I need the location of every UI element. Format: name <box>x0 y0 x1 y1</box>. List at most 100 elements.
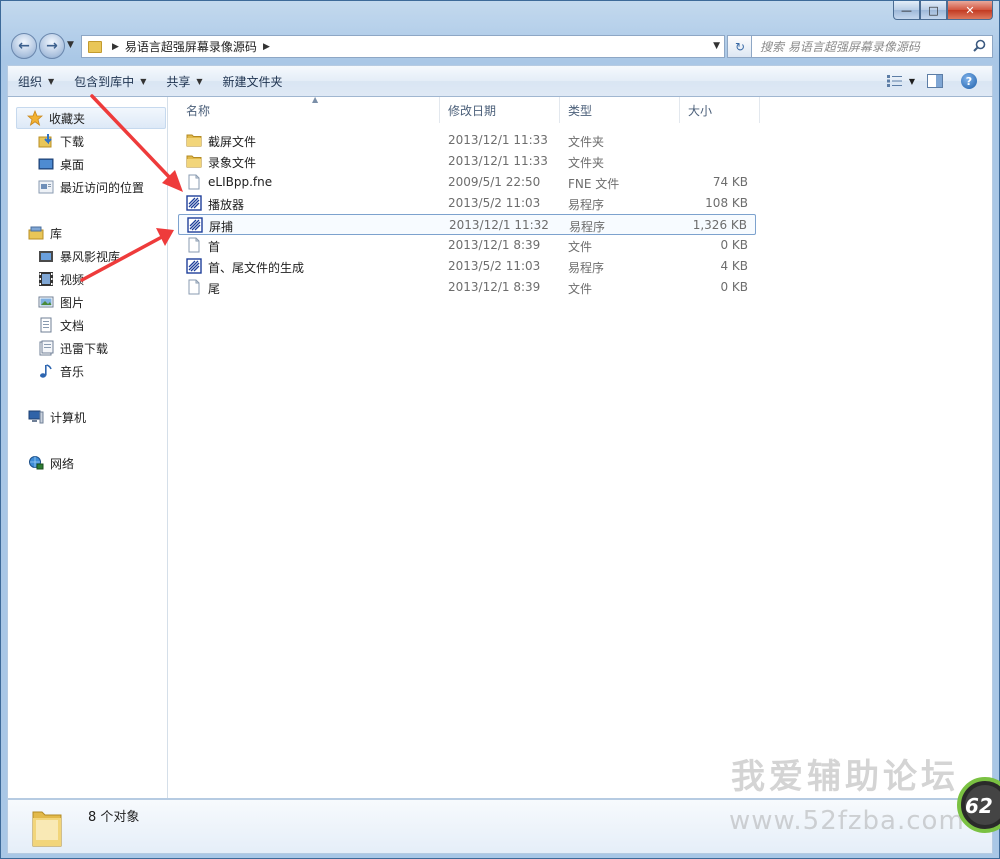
breadcrumb-chevron-icon[interactable]: ▶ <box>263 42 270 52</box>
command-bar: 组织 ▼ 包含到库中 ▼ 共享 ▼ 新建文件夹 ▼ ? <box>7 65 993 97</box>
nav-recent-places-label: 最近访问的位置 <box>60 180 145 195</box>
nav-library-item[interactable]: 暴风影视库 <box>38 245 120 267</box>
file-row[interactable]: 播放器 2013/5/2 11:03 易程序 108 KB <box>178 193 756 214</box>
nav-pictures[interactable]: 图片 <box>38 291 84 313</box>
file-date: 2009/5/1 22:50 <box>448 175 541 189</box>
nav-computer[interactable]: 计算机 <box>28 406 86 428</box>
nav-music[interactable]: 音乐 <box>38 360 84 382</box>
nav-favorites[interactable]: 收藏夹 <box>16 107 166 129</box>
file-row[interactable]: 首、尾文件的生成 2013/5/2 11:03 易程序 4 KB <box>178 256 756 277</box>
nav-desktop[interactable]: 桌面 <box>38 153 84 175</box>
refresh-button[interactable]: ↻ <box>727 35 753 58</box>
chevron-down-icon: ▼ <box>908 76 916 86</box>
maximize-button[interactable]: □ <box>920 1 947 20</box>
file-row[interactable]: 屏捕 2013/12/1 11:32 易程序 1,326 KB <box>178 214 756 235</box>
search-input[interactable] <box>760 39 970 54</box>
folder-icon <box>32 811 62 847</box>
file-name: 首、尾文件的生成 <box>208 261 305 275</box>
preview-pane-icon <box>927 74 943 88</box>
content-area: 收藏夹 下载 桌面 最近访问的位置 库 暴风影视库 视频 图片 文档 迅雷下载 … <box>7 95 993 799</box>
back-button[interactable]: ← <box>11 33 37 59</box>
address-bar[interactable]: ▶ 易语言超强屏幕录像源码 ▶ ▼ <box>81 35 725 58</box>
arrow-right-icon: → <box>46 38 58 54</box>
file-size: 0 KB <box>720 280 748 294</box>
minimize-button[interactable]: — <box>893 1 920 20</box>
file-row[interactable]: 首 2013/12/1 8:39 文件 0 KB <box>178 235 756 256</box>
nav-libraries-label: 库 <box>50 226 63 241</box>
file-row[interactable]: 尾 2013/12/1 8:39 文件 0 KB <box>178 277 756 298</box>
search-icon[interactable] <box>973 39 986 52</box>
column-header-name-label: 名称 <box>186 103 211 118</box>
file-row[interactable]: 录象文件 2013/12/1 11:33 文件夹 <box>178 151 756 172</box>
file-name: 尾 <box>208 282 221 296</box>
nav-downloads-label: 下载 <box>60 134 85 149</box>
file-size: 0 KB <box>720 238 748 252</box>
file-name: 截屏文件 <box>208 135 257 149</box>
search-box[interactable] <box>751 35 993 58</box>
nav-library-item-label: 暴风影视库 <box>60 249 121 264</box>
documents-icon <box>38 340 54 356</box>
share-button[interactable]: 共享 ▼ <box>156 68 212 94</box>
nav-music-label: 音乐 <box>60 364 85 379</box>
column-header-type[interactable]: 类型 <box>560 97 680 123</box>
arrow-left-icon: ← <box>18 38 30 54</box>
star-icon <box>27 110 43 126</box>
file-size: 108 KB <box>705 196 748 210</box>
preview-pane-button[interactable] <box>920 69 950 93</box>
file-type: FNE 文件 <box>568 177 620 191</box>
recent-pages-dropdown[interactable]: ▼ <box>67 40 74 50</box>
file-size: 4 KB <box>720 259 748 273</box>
file-date: 2013/12/1 11:33 <box>448 154 548 168</box>
sort-ascending-icon: ▲ <box>312 95 319 104</box>
nav-network-label: 网络 <box>50 456 75 471</box>
column-header-type-label: 类型 <box>568 103 593 118</box>
video-library-icon <box>38 248 54 264</box>
navigation-pane: 收藏夹 下载 桌面 最近访问的位置 库 暴风影视库 视频 图片 文档 迅雷下载 … <box>8 97 168 798</box>
e-program-icon <box>186 195 202 211</box>
breadcrumb-chevron-icon[interactable]: ▶ <box>112 42 119 52</box>
film-icon <box>38 271 54 287</box>
chevron-down-icon: ▼ <box>196 76 203 86</box>
address-dropdown-icon[interactable]: ▼ <box>713 41 720 51</box>
close-button[interactable]: ✕ <box>947 1 993 20</box>
help-button[interactable]: ? <box>954 69 984 93</box>
file-name: eLIBpp.fne <box>208 175 273 189</box>
organize-button[interactable]: 组织 ▼ <box>8 68 64 94</box>
nav-videos[interactable]: 视频 <box>38 268 84 290</box>
file-type: 易程序 <box>568 261 605 275</box>
command-bar-right: ▼ ? <box>886 69 984 93</box>
new-folder-button[interactable]: 新建文件夹 <box>213 68 293 94</box>
refresh-icon: ↻ <box>734 39 746 54</box>
nav-libraries[interactable]: 库 <box>28 222 62 244</box>
nav-documents[interactable]: 文档 <box>38 314 84 336</box>
view-list-icon <box>886 75 902 87</box>
file-icon <box>186 237 202 253</box>
file-type: 文件 <box>568 282 593 296</box>
forward-button[interactable]: → <box>39 33 65 59</box>
new-folder-label: 新建文件夹 <box>222 74 283 89</box>
include-in-library-button[interactable]: 包含到库中 ▼ <box>64 68 156 94</box>
nav-recent-places[interactable]: 最近访问的位置 <box>38 176 144 198</box>
file-row[interactable]: eLIBpp.fne 2009/5/1 22:50 FNE 文件 74 KB <box>178 172 756 193</box>
nav-thunder-downloads[interactable]: 迅雷下载 <box>38 337 108 359</box>
nav-documents-label: 文档 <box>60 318 85 333</box>
file-date: 2013/12/1 11:33 <box>448 133 548 147</box>
breadcrumb-current-folder[interactable]: 易语言超强屏幕录像源码 <box>125 38 257 55</box>
nav-network[interactable]: 网络 <box>28 452 74 474</box>
nav-pictures-label: 图片 <box>60 295 85 310</box>
file-row[interactable]: 截屏文件 2013/12/1 11:33 文件夹 <box>178 130 756 151</box>
file-icon <box>186 279 202 295</box>
e-program-icon <box>187 217 203 233</box>
nav-computer-label: 计算机 <box>50 410 87 425</box>
view-options-button[interactable]: ▼ <box>886 69 916 93</box>
nav-thunder-downloads-label: 迅雷下载 <box>60 341 109 356</box>
folder-icon <box>186 132 202 148</box>
nav-downloads[interactable]: 下载 <box>38 130 84 152</box>
column-header-size-label: 大小 <box>688 103 713 118</box>
file-size: 1,326 KB <box>692 218 747 232</box>
column-header-name[interactable]: ▲ 名称 <box>178 95 440 123</box>
column-header-date[interactable]: 修改日期 <box>440 97 560 123</box>
column-header-size[interactable]: 大小 <box>680 97 760 123</box>
explorer-window: — □ ✕ ← → ▼ ▶ 易语言超强屏幕录像源码 ▶ ▼ ↻ 组织 ▼ 包含到库… <box>0 0 1000 859</box>
file-icon <box>186 174 202 190</box>
